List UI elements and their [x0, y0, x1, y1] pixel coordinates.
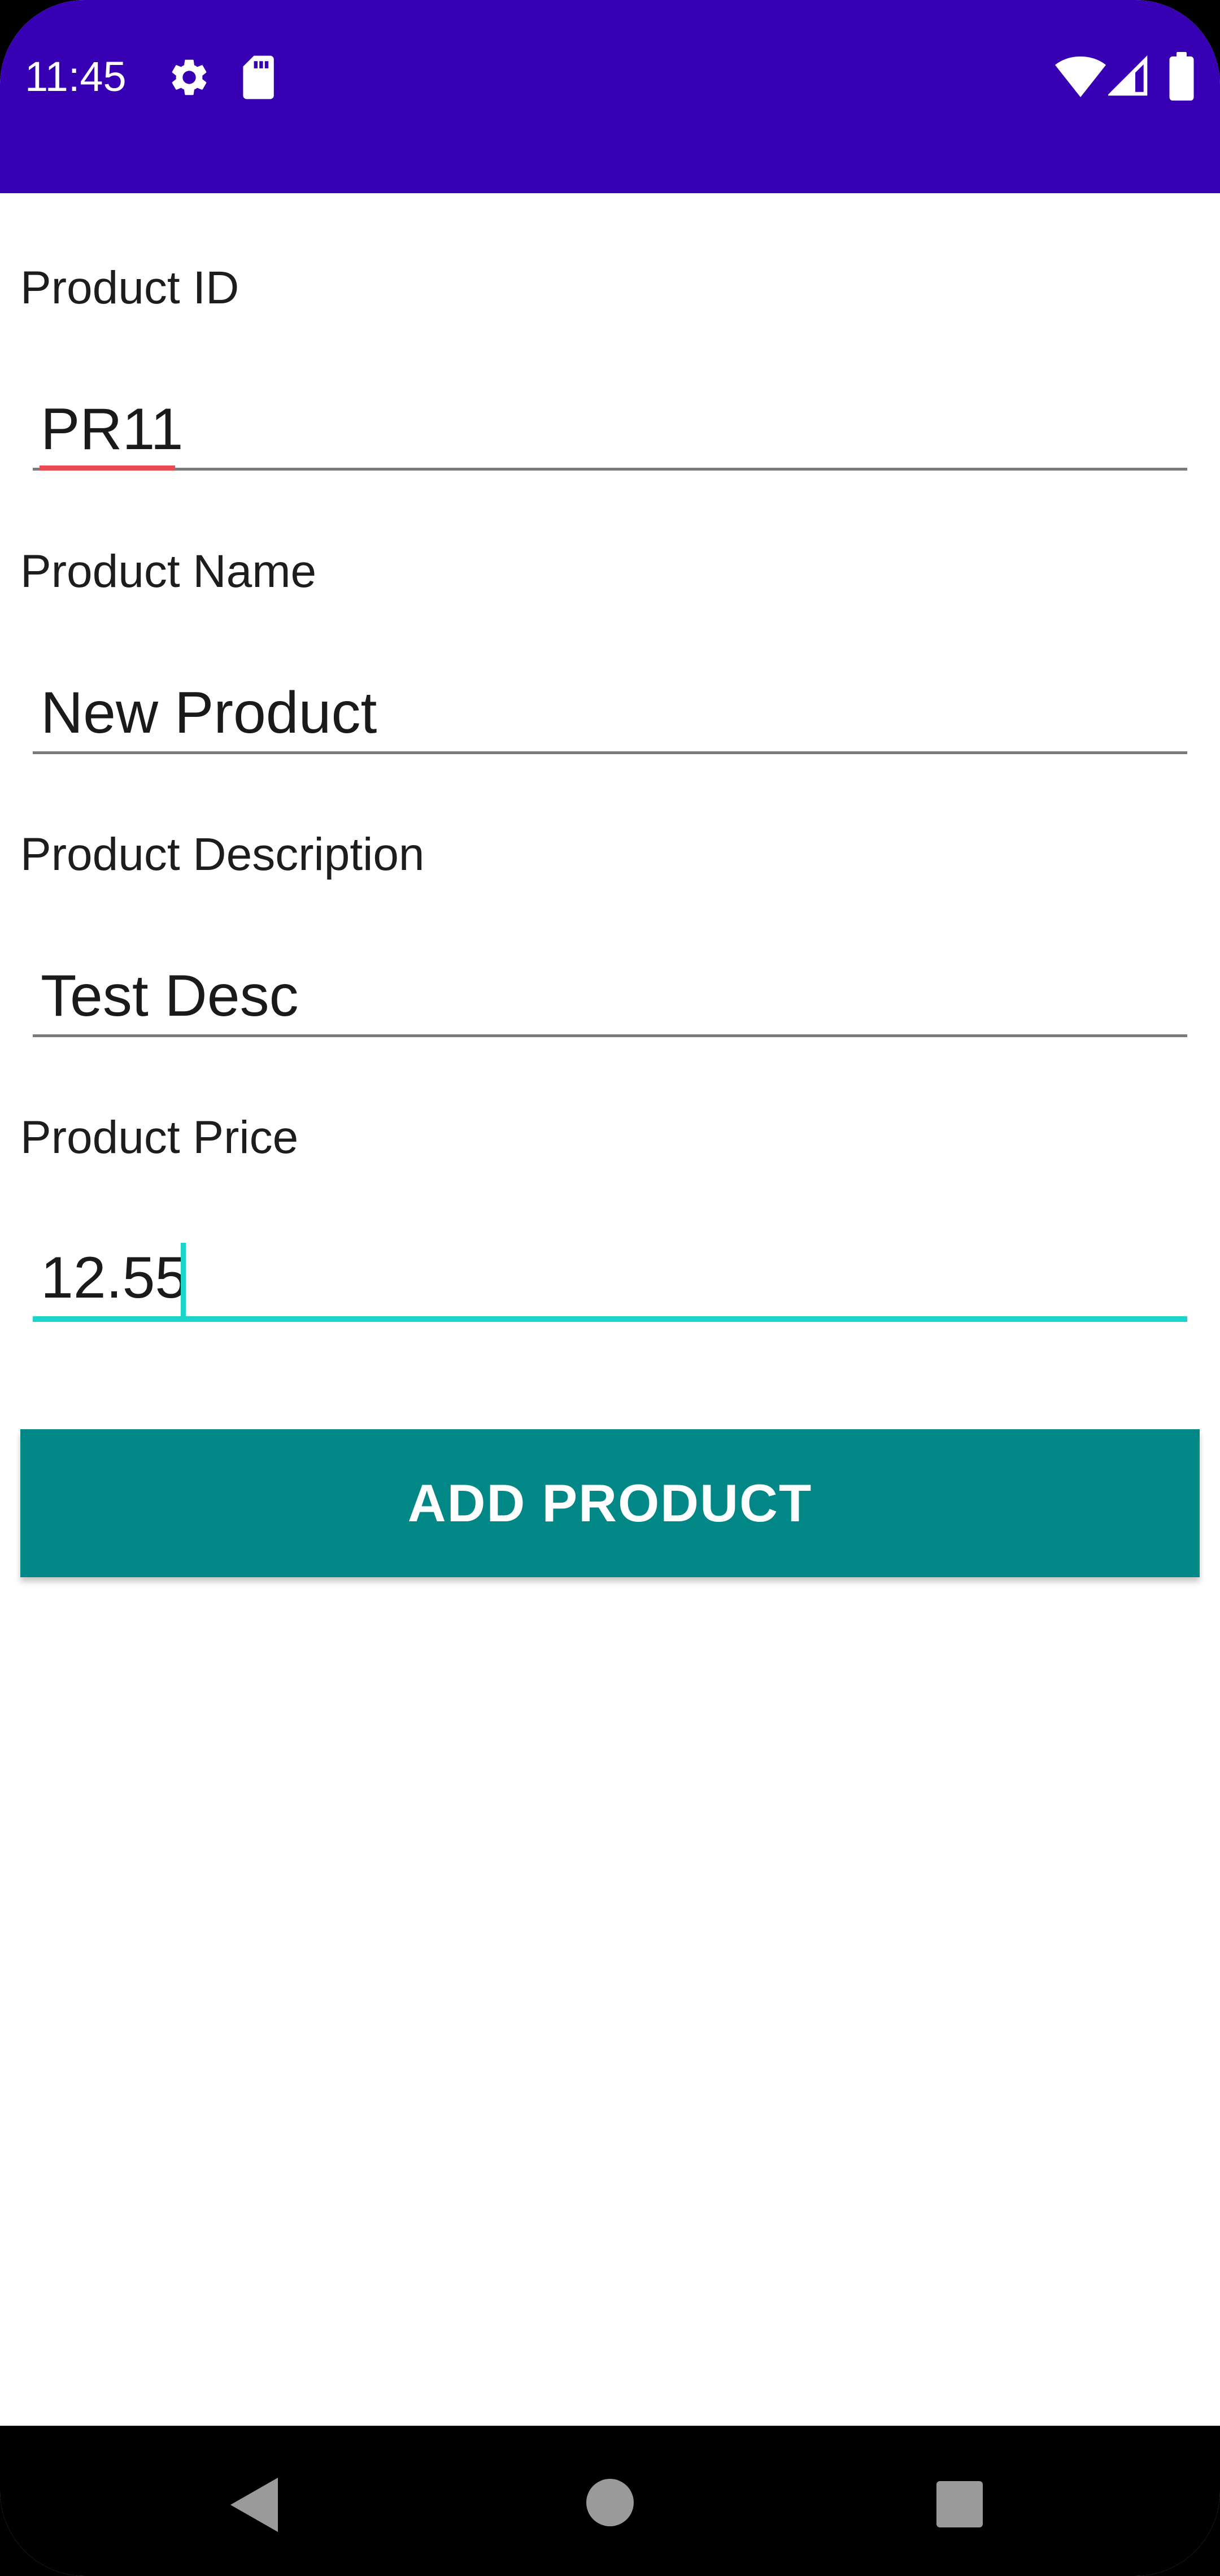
product-id-field[interactable]: PR11	[33, 391, 1187, 471]
recents-icon[interactable]	[935, 2480, 984, 2529]
product-price-field[interactable]: 12.55	[33, 1243, 1187, 1322]
product-name-field[interactable]: New Product	[33, 675, 1187, 754]
product-description-label: Product Description	[20, 829, 425, 880]
app-screen: 11:45 Product ID PR11 Product Name New P…	[0, 0, 1220, 2576]
product-id-label: Product ID	[20, 262, 239, 314]
product-description-field[interactable]: Test Desc	[33, 958, 1187, 1037]
product-description-value: Test Desc	[41, 963, 299, 1029]
text-cursor	[181, 1243, 186, 1319]
navigation-bar	[0, 2426, 1220, 2576]
product-id-value: PR11	[41, 397, 184, 462]
home-icon[interactable]	[585, 2478, 635, 2527]
add-product-button[interactable]: ADD PRODUCT	[20, 1429, 1200, 1577]
sd-card-icon	[243, 55, 274, 99]
wifi-icon	[1055, 56, 1106, 97]
status-bar: 11:45	[0, 0, 1220, 193]
product-name-label: Product Name	[20, 546, 317, 597]
battery-icon	[1169, 52, 1194, 101]
product-price-label: Product Price	[20, 1112, 299, 1163]
product-name-value: New Product	[41, 680, 377, 746]
spellcheck-underline	[40, 465, 175, 471]
product-price-value: 12.55	[41, 1245, 188, 1311]
signal-icon	[1108, 55, 1148, 96]
status-time: 11:45	[25, 53, 127, 100]
back-icon[interactable]	[228, 2477, 279, 2533]
gear-icon	[172, 59, 207, 95]
